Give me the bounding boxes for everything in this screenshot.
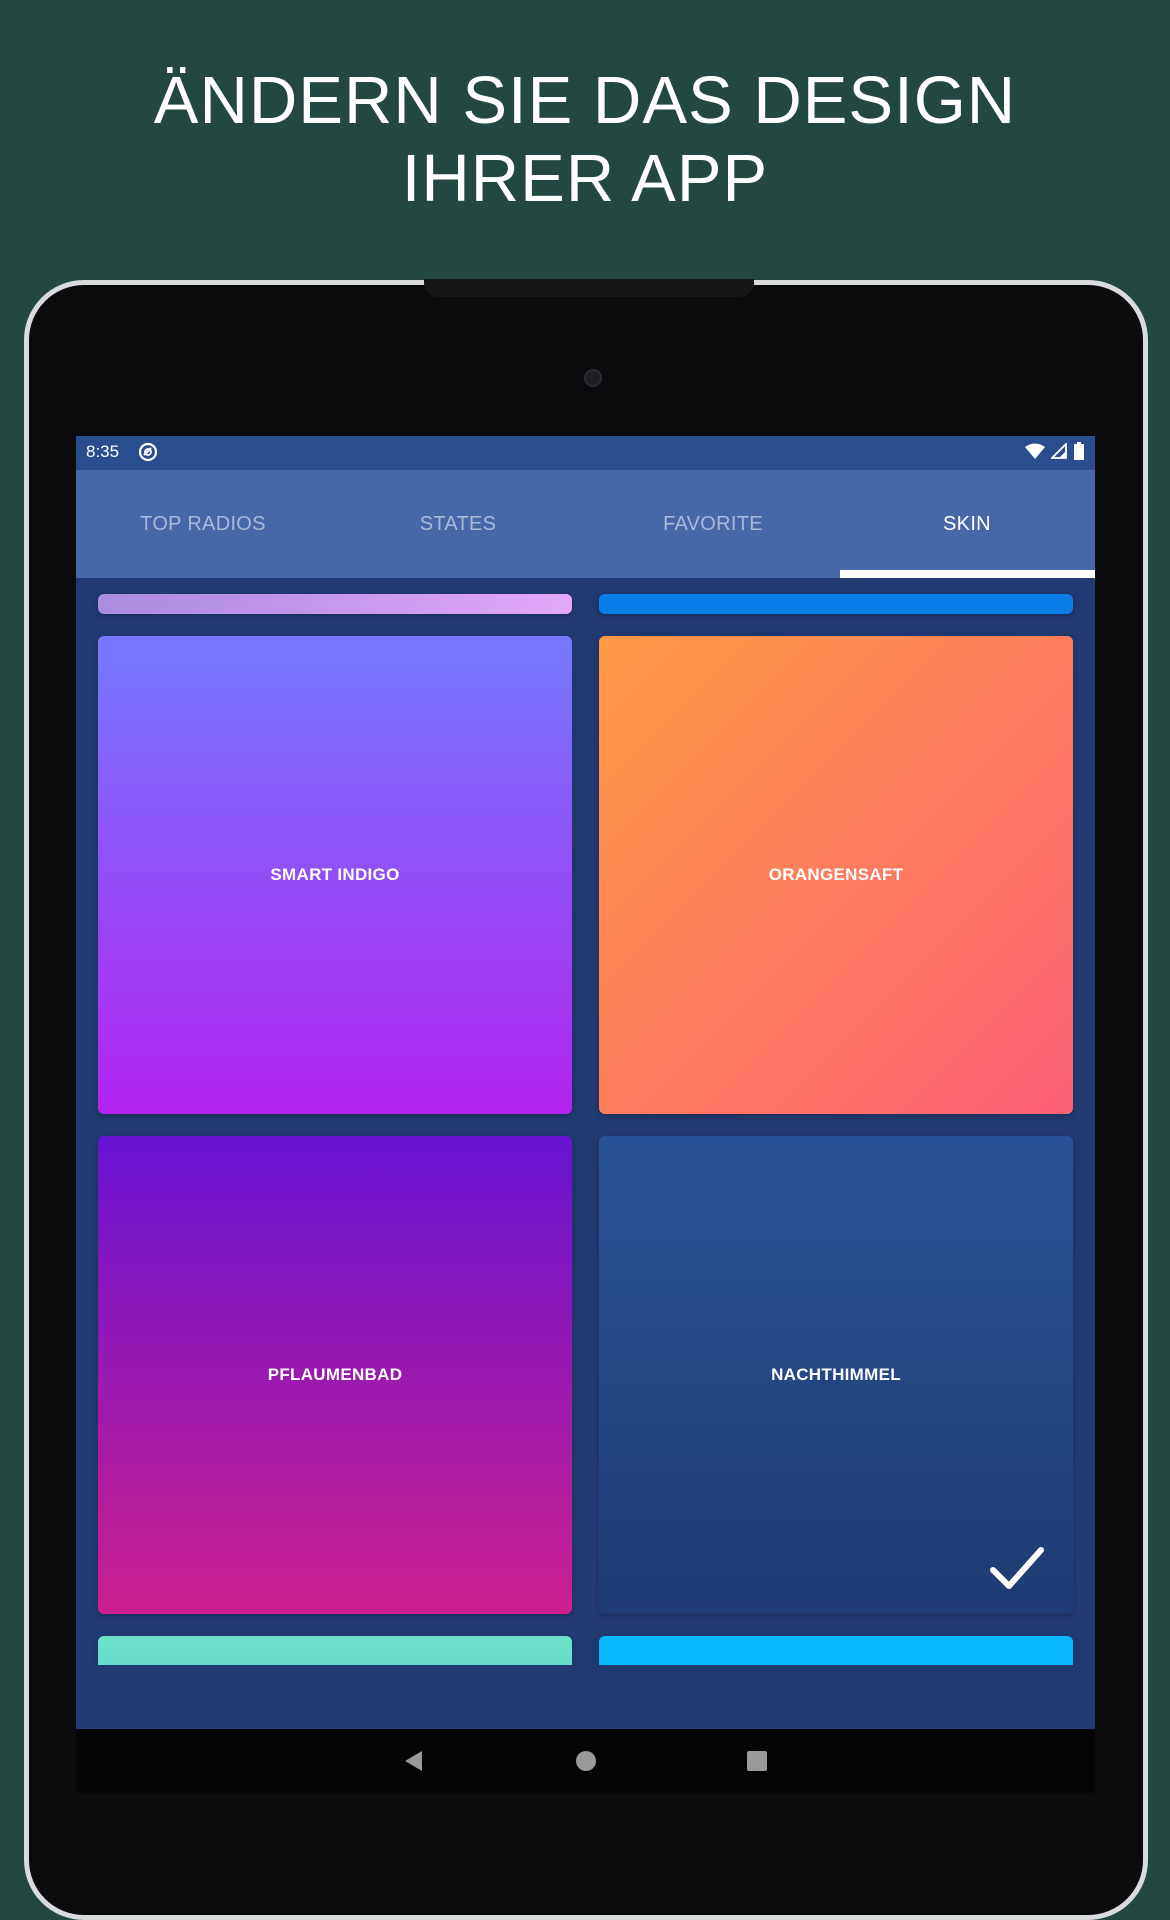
skin-tile-partial-aqua[interactable] bbox=[98, 1636, 572, 1665]
skin-tile-smart-indigo[interactable]: SMART INDIGO bbox=[98, 636, 572, 1114]
skin-grid: SMART INDIGO ORANGENSAFT PFLAUMENBAD NAC… bbox=[76, 578, 1095, 1665]
selected-check-icon bbox=[990, 1547, 1044, 1589]
app-notification-icon bbox=[138, 442, 158, 462]
tab-states[interactable]: STATES bbox=[331, 470, 585, 578]
skin-tile-nachthimmel[interactable]: NACHTHIMMEL bbox=[599, 1136, 1073, 1614]
recents-icon[interactable] bbox=[745, 1749, 769, 1773]
tab-bar: TOP RADIOS STATES FAVORITE SKIN bbox=[76, 470, 1095, 578]
skin-tile-partial-lavender[interactable] bbox=[98, 594, 572, 614]
status-icons bbox=[1025, 442, 1085, 460]
headline-line-1: ÄNDERN SIE DAS DESIGN bbox=[153, 63, 1017, 138]
tab-favorite[interactable]: FAVORITE bbox=[586, 470, 840, 578]
status-time: 8:35 bbox=[86, 442, 120, 461]
battery-icon bbox=[1074, 442, 1084, 460]
skin-tile-pflaumenbad[interactable]: PFLAUMENBAD bbox=[98, 1136, 572, 1614]
promo-headline: ÄNDERN SIE DAS DESIGN IHRER APP bbox=[0, 62, 1170, 218]
home-icon[interactable] bbox=[574, 1749, 598, 1773]
wifi-icon bbox=[1025, 443, 1045, 459]
status-bar: 8:35 bbox=[76, 436, 1095, 470]
signal-icon bbox=[1051, 443, 1067, 459]
back-icon[interactable] bbox=[402, 1749, 426, 1773]
skin-tile-partial-sky[interactable] bbox=[599, 1636, 1073, 1665]
active-tab-indicator bbox=[840, 570, 1095, 578]
skin-tile-orangensaft[interactable]: ORANGENSAFT bbox=[599, 636, 1073, 1114]
skin-tile-label: NACHTHIMMEL bbox=[771, 1365, 901, 1384]
headline-line-2: IHRER APP bbox=[401, 141, 769, 216]
app-screen: 8:35 TOP RADIOS STATES FAVORITE SKIN SMA… bbox=[76, 436, 1095, 1793]
skin-tile-partial-blue[interactable] bbox=[599, 594, 1073, 614]
system-nav-bar bbox=[76, 1729, 1095, 1793]
skin-tile-label: ORANGENSAFT bbox=[768, 865, 904, 884]
front-camera bbox=[584, 369, 602, 387]
tab-top-radios[interactable]: TOP RADIOS bbox=[76, 470, 330, 578]
skin-tile-label: PFLAUMENBAD bbox=[267, 1365, 403, 1384]
skin-tile-label: SMART INDIGO bbox=[270, 865, 400, 884]
tab-skin[interactable]: SKIN bbox=[840, 470, 1094, 578]
tablet-top-edge bbox=[424, 279, 754, 297]
